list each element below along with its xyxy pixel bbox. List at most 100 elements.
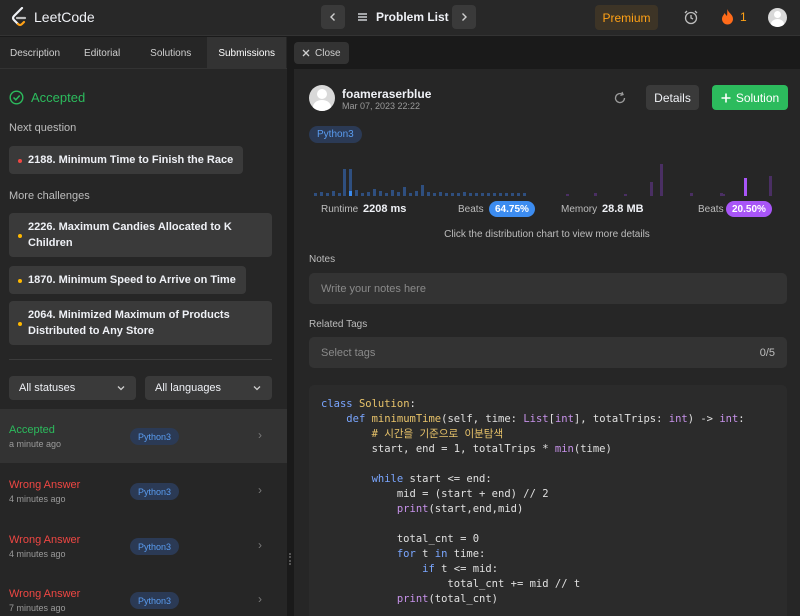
tags-count: 0/5: [759, 346, 775, 359]
drag-handle-icon[interactable]: [289, 553, 291, 565]
notes-input[interactable]: Write your notes here: [309, 273, 787, 304]
post-solution-button[interactable]: Solution: [712, 85, 788, 110]
divider: [9, 359, 272, 360]
runtime-distribution-bar: [457, 193, 460, 196]
memory-distribution-bar: [769, 176, 772, 196]
memory-distribution-bar: [650, 182, 653, 196]
runtime-distribution-bar: [421, 185, 424, 196]
submitter-username[interactable]: foameraserblue: [342, 87, 431, 101]
problem-list-button[interactable]: Problem List: [357, 10, 449, 24]
language-badge: Python3: [309, 126, 362, 143]
runtime-distribution-bar: [433, 193, 436, 196]
runtime-distribution-bar: [517, 193, 520, 196]
accepted-label: Accepted: [31, 90, 86, 105]
challenge-chip[interactable]: 1870. Minimum Speed to Arrive on Time: [9, 266, 246, 294]
chevron-right-icon: ›: [258, 538, 262, 552]
challenge-chip[interactable]: 2064. Minimized Maximum of Products Dist…: [9, 301, 272, 345]
next-question-label: Next question: [9, 122, 77, 134]
details-button[interactable]: Details: [646, 85, 699, 110]
code-block[interactable]: class Solution: def minimumTime(self, ti…: [309, 385, 787, 616]
tags-select[interactable]: Select tags 0/5: [309, 337, 787, 368]
runtime-distribution-bar: [409, 193, 412, 196]
left-panel: Description Editorial Solutions Submissi…: [0, 37, 287, 616]
memory-beats-label: Beats: [698, 204, 724, 215]
memory-distribution-bar: [566, 194, 569, 196]
runtime-distribution-bar: [403, 187, 406, 196]
distribution-chart[interactable]: [314, 154, 774, 196]
runtime-distribution-bar: [445, 193, 448, 196]
submission-time: 4 minutes ago: [9, 549, 66, 559]
problem-list-label: Problem List: [376, 10, 449, 24]
alarm-clock-icon[interactable]: [683, 9, 699, 25]
logo[interactable]: LeetCode: [10, 7, 95, 27]
challenge-title: 1870. Minimum Speed to Arrive on Time: [28, 274, 236, 286]
memory-distribution-bar: [690, 193, 693, 196]
more-challenges-label: More challenges: [9, 190, 90, 202]
user-avatar[interactable]: [768, 8, 787, 27]
refresh-icon[interactable]: [613, 91, 627, 105]
language-filter-dropdown[interactable]: All languages: [145, 376, 272, 400]
submission-status: Wrong Answer: [9, 479, 81, 491]
status-filter-value: All statuses: [19, 382, 76, 394]
submission-language-badge: Python3: [130, 483, 180, 500]
submission-row[interactable]: Wrong Answer 7 minutes ago Python3 ›: [0, 571, 287, 616]
chevron-right-icon: ›: [258, 428, 262, 442]
memory-distribution-bar: [744, 178, 747, 196]
medium-dot-icon: [18, 234, 22, 238]
runtime-distribution-bar: [397, 192, 400, 196]
runtime-label: Runtime: [321, 204, 359, 215]
challenge-chip[interactable]: 2226. Maximum Candies Allocated to K Chi…: [9, 213, 272, 257]
chevron-right-icon: ›: [258, 483, 262, 497]
runtime-distribution-bar: [379, 191, 382, 196]
runtime-distribution-bar: [332, 191, 335, 196]
submission-language-badge: Python3: [130, 538, 180, 555]
logo-text: LeetCode: [34, 9, 95, 25]
submitter-avatar[interactable]: [309, 85, 335, 111]
challenge-title: 2064. Minimized Maximum of Products Dist…: [28, 309, 230, 337]
tab-solutions[interactable]: Solutions: [134, 37, 207, 69]
streak-counter[interactable]: 1: [721, 9, 747, 25]
runtime-distribution-bar: [391, 190, 394, 196]
challenge-title: 2226. Maximum Candies Allocated to K Chi…: [28, 221, 232, 249]
submission-language-badge: Python3: [130, 592, 180, 609]
medium-dot-icon: [18, 322, 22, 326]
next-question-chip[interactable]: 2188. Minimum Time to Finish the Race: [9, 146, 244, 174]
submission-time: a minute ago: [9, 439, 62, 449]
premium-button[interactable]: Premium: [595, 5, 658, 30]
status-filter-dropdown[interactable]: All statuses: [9, 376, 136, 400]
close-tab-button[interactable]: Close: [294, 42, 349, 64]
next-problem-button[interactable]: [452, 5, 476, 29]
submission-row[interactable]: Wrong Answer 4 minutes ago Python3 ›: [0, 463, 287, 517]
chevron-right-icon: [462, 13, 467, 21]
close-icon: [302, 49, 310, 57]
leetcode-logo-icon: [11, 7, 27, 27]
submission-time: 4 minutes ago: [9, 494, 66, 504]
submission-row[interactable]: Wrong Answer 4 minutes ago Python3 ›: [0, 517, 287, 571]
panel-resize-handle[interactable]: [287, 37, 293, 616]
next-question-title: 2188. Minimum Time to Finish the Race: [28, 154, 234, 166]
prev-problem-button[interactable]: [321, 5, 345, 29]
notes-label: Notes: [309, 254, 336, 265]
runtime-distribution-bar: [487, 193, 490, 196]
accepted-status: Accepted: [9, 90, 85, 105]
runtime-distribution-bar: [343, 169, 346, 196]
chart-hint: Click the distribution chart to view mor…: [444, 229, 650, 240]
medium-dot-icon: [18, 279, 22, 283]
runtime-distribution-bar: [415, 191, 418, 196]
runtime-distribution-bar: [469, 193, 472, 196]
tab-submissions[interactable]: Submissions: [207, 37, 287, 69]
submission-status: Wrong Answer: [9, 534, 81, 546]
runtime-distribution-bar: [367, 192, 370, 196]
runtime-distribution-bar: [326, 193, 329, 196]
memory-distribution-bar: [594, 193, 597, 196]
runtime-beats-label: Beats: [458, 204, 484, 215]
submission-time: 7 minutes ago: [9, 603, 66, 613]
submission-status: Accepted: [9, 424, 55, 436]
tab-editorial[interactable]: Editorial: [70, 37, 134, 69]
tab-description[interactable]: Description: [0, 37, 70, 69]
submission-date: Mar 07, 2023 22:22: [342, 101, 421, 111]
runtime-distribution-bar: [314, 193, 317, 196]
submission-row[interactable]: Accepted a minute ago Python3 ›: [0, 409, 287, 463]
check-circle-icon: [9, 90, 24, 105]
runtime-distribution-bar: [499, 193, 502, 196]
